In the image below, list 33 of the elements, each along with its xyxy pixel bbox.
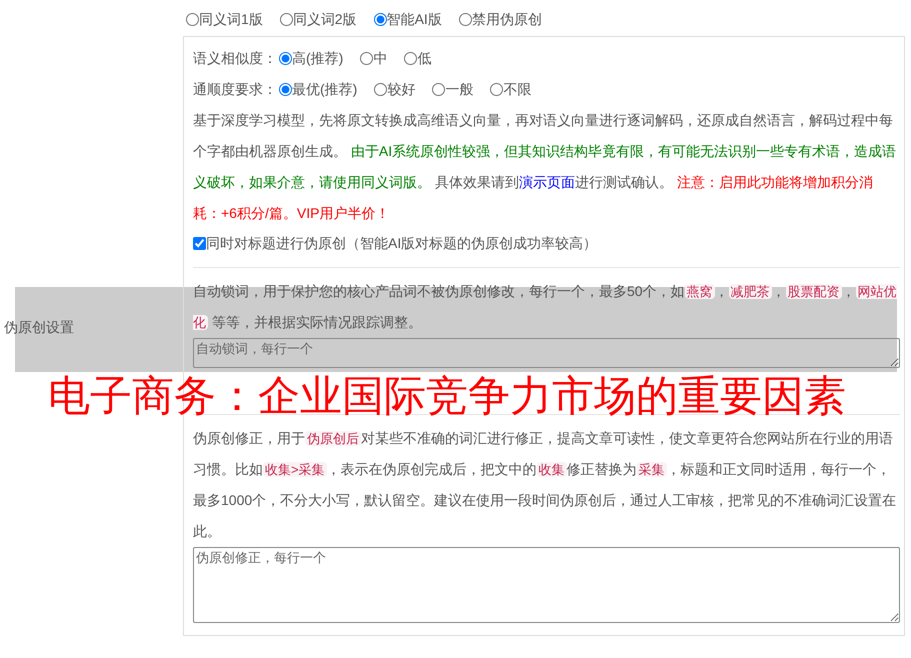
field-label: 通顺度要求： (193, 80, 277, 99)
field-label: 语义相似度： (193, 49, 277, 68)
radio-label[interactable]: 较好 (387, 79, 416, 100)
description-text: 基于深度学习模型，先将原文转换成高维语义向量，再对语义向量进行逐词解码，还原成自然语言，解码过程中每个字都由机器原创生成。 由于AI系统原创性较强，但其知识结构毕竟有限，有可能无法识别一些专有术语，造成语义破坏，如果介意，请使用同义词版。 具体效果请到演示页面进行测试确认。 注意：启用此功能将增加积分消耗：+6积分/篇。VIP用户半价！ (193, 111, 898, 223)
demo-link[interactable]: 演示页面 (518, 174, 575, 190)
radio-label[interactable]: 不限 (503, 79, 532, 100)
radio-button[interactable] (374, 12, 387, 26)
radio-label[interactable]: 高(推荐) (292, 48, 344, 69)
text-area[interactable]: 自动锁词，每行一个 (193, 338, 900, 368)
text-area[interactable]: 伪原创修正，每行一个 (193, 547, 900, 623)
radio-label[interactable]: 同义词2版 (292, 8, 357, 30)
radio-button[interactable] (490, 83, 504, 96)
radio-button[interactable] (279, 52, 292, 65)
radio-label[interactable]: 禁用伪原创 (472, 8, 542, 30)
radio-label[interactable]: 低 (417, 48, 432, 69)
correction-text: 伪原创修正，用于伪原创后对某些不准确的词汇进行修正，提高文章可读性，使文章更符合您网站所在行业的用语习惯。比如 收集>采集，表示在伪原创完成后，把文中的 收集修正替换为 采集，标题和正文同时适用，每行一个，最多1000个，不分大小写，默认留空。建议在使用一段时间伪原创后，通过人工审核，把常见的不准确词汇设置在此。 (193, 429, 898, 541)
radio-label[interactable]: 智能AI版 (386, 8, 442, 30)
radio-label[interactable]: 同义词1版 (199, 8, 263, 30)
radio-button[interactable] (374, 83, 388, 96)
section-label: 伪原创设置 (4, 318, 74, 334)
radio-button[interactable] (279, 83, 292, 96)
radio-button[interactable] (432, 83, 446, 96)
checkbox-label[interactable]: 同时对标题进行伪原创（智能AI版对标题的伪原创成功率较高） (206, 232, 598, 254)
radio-label[interactable]: 一般 (445, 79, 474, 100)
radio-button[interactable] (404, 52, 418, 65)
radio-button[interactable] (360, 52, 374, 65)
radio-label[interactable]: 最优(推荐) (292, 79, 358, 100)
radio-button[interactable] (186, 12, 199, 26)
banner-title: 电子商务：企业国际竞争力市场的重要因素 (48, 374, 846, 418)
radio-label[interactable]: 中 (373, 48, 388, 69)
radio-button[interactable] (458, 12, 472, 26)
radio-button[interactable] (280, 12, 293, 26)
checkbox[interactable] (193, 236, 206, 250)
